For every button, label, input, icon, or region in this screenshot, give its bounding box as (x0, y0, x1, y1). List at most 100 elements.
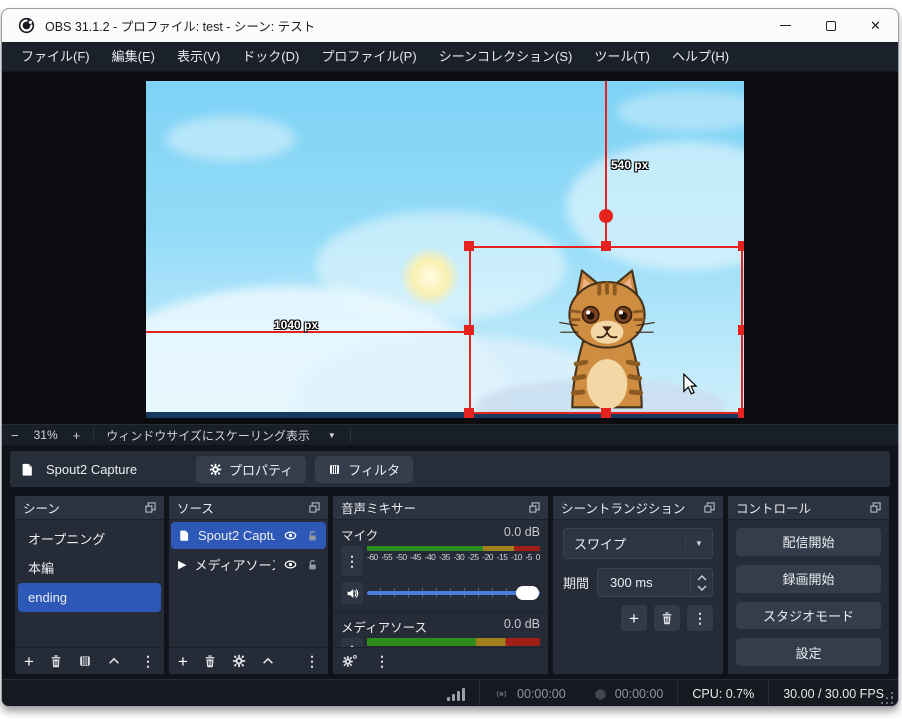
spin-down-icon[interactable] (697, 585, 707, 591)
remove-scene-trash-icon[interactable] (49, 654, 63, 668)
remove-transition-button[interactable] (654, 605, 680, 631)
preview-canvas[interactable]: 540 px 1040 px (146, 81, 744, 418)
popout-icon[interactable] (529, 502, 540, 513)
start-recording-button[interactable]: 録画開始 (736, 565, 881, 593)
menu-edit[interactable]: 編集(E) (101, 42, 166, 72)
source-name: メディアソース (194, 555, 275, 574)
move-source-up-icon[interactable] (261, 654, 275, 668)
handle-bottom-right[interactable] (738, 408, 744, 418)
handle-top-center[interactable] (601, 241, 611, 251)
obs-window: OBS 31.1.2 - プロファイル: test - シーン: テスト ✕ フ… (1, 8, 899, 707)
controls-title: コントロール (736, 498, 811, 517)
handle-top-right[interactable] (738, 241, 744, 251)
transition-select[interactable]: スワイプ ▼ (563, 528, 713, 559)
zoom-in-button[interactable]: + (64, 428, 90, 443)
source-row[interactable]: ▶ メディアソース (171, 551, 326, 578)
handle-bottom-left[interactable] (464, 408, 474, 418)
visibility-eye-icon[interactable] (283, 558, 298, 571)
popout-icon[interactable] (704, 502, 715, 513)
add-source-button[interactable]: + (178, 653, 188, 670)
close-button[interactable]: ✕ (853, 9, 898, 42)
selection-box[interactable] (469, 246, 743, 414)
resize-grip[interactable] (881, 692, 895, 706)
popout-icon[interactable] (309, 502, 320, 513)
handle-top-left[interactable] (464, 241, 474, 251)
handle-mid-left[interactable] (464, 325, 474, 335)
scene-item[interactable]: オープニング (18, 525, 161, 554)
record-icon (594, 688, 607, 701)
broadcast-icon (494, 687, 509, 701)
move-scene-up-icon[interactable] (107, 654, 121, 668)
volume-slider[interactable] (367, 586, 540, 600)
scene-item[interactable]: 本編 (18, 554, 161, 583)
mixer-more-button[interactable]: ⋮ (375, 653, 389, 670)
controls-header[interactable]: コントロール (728, 496, 889, 520)
menu-view[interactable]: 表示(V) (166, 42, 231, 72)
filters-button[interactable]: フィルタ (315, 456, 413, 483)
sun (400, 247, 460, 307)
remove-source-trash-icon[interactable] (203, 654, 217, 668)
zoom-out-button[interactable]: − (2, 428, 28, 443)
menu-profile[interactable]: プロファイル(P) (310, 42, 427, 72)
channel-options-button[interactable]: ⋮ (341, 546, 363, 576)
filters-label: フィルタ (348, 460, 400, 479)
menu-file[interactable]: ファイル(F) (10, 42, 101, 72)
lock-icon[interactable] (306, 529, 319, 542)
start-streaming-button[interactable]: 配信開始 (736, 528, 881, 556)
slider-thumb[interactable] (516, 586, 539, 600)
scenes-header[interactable]: シーン (15, 496, 164, 520)
record-time: 00:00:00 (580, 680, 678, 707)
popout-icon[interactable] (145, 502, 156, 513)
scaling-dropdown-button[interactable]: ▼ (318, 431, 346, 440)
width-measure-label: 1040 px (274, 318, 318, 332)
menu-dock[interactable]: ドック(D) (231, 42, 310, 72)
mixer-body: マイク 0.0 dB ⋮ -60-55-50-45-40-35-30-25-20… (333, 520, 548, 647)
mixer-header[interactable]: 音声ミキサー (333, 496, 548, 520)
mute-button[interactable] (341, 582, 363, 604)
maximize-button[interactable] (808, 9, 853, 42)
handle-mid-right[interactable] (738, 325, 744, 335)
channel-options-button[interactable]: ⋮ (341, 638, 363, 647)
minimize-button[interactable] (763, 9, 808, 42)
audio-mixer-panel: 音声ミキサー マイク 0.0 dB ⋮ (333, 496, 548, 674)
meter-scale: -60-55-50-45-40-35-30-25-20-15-10-50 (367, 552, 540, 562)
menu-help[interactable]: ヘルプ(H) (661, 42, 740, 72)
divider (93, 428, 94, 442)
sources-more-button[interactable]: ⋮ (305, 653, 319, 670)
source-properties-gear-icon[interactable] (232, 654, 246, 668)
scene-filters-icon[interactable] (78, 654, 92, 668)
close-icon: ✕ (870, 19, 881, 32)
duration-spinbox[interactable]: 300 ms (597, 568, 713, 597)
source-row-selected[interactable]: Spout2 Capture (171, 522, 326, 549)
dock-panels: シーン オープニング 本編 ending + (2, 489, 898, 679)
obs-logo-icon (18, 17, 35, 34)
spin-up-icon[interactable] (697, 575, 707, 581)
plus-icon: + (629, 610, 639, 627)
add-scene-button[interactable]: + (24, 653, 34, 670)
transitions-header[interactable]: シーントランジション (553, 496, 723, 520)
menu-scene-collection[interactable]: シーンコレクション(S) (428, 42, 584, 72)
properties-button[interactable]: プロパティ (196, 456, 306, 483)
fps-counter: 30.00 / 30.00 FPS (769, 680, 898, 707)
scenes-more-button[interactable]: ⋮ (141, 653, 155, 670)
lock-icon[interactable] (306, 558, 319, 571)
add-transition-button[interactable]: + (621, 605, 647, 631)
sources-header[interactable]: ソース (169, 496, 328, 520)
kebab-icon: ⋮ (693, 610, 707, 627)
menu-tools[interactable]: ツール(T) (583, 42, 661, 72)
transitions-title: シーントランジション (561, 498, 685, 517)
handle-bottom-center[interactable] (601, 408, 611, 418)
studio-mode-button[interactable]: スタジオモード (736, 602, 881, 630)
popout-icon[interactable] (870, 502, 881, 513)
cpu-usage: CPU: 0.7% (678, 680, 768, 707)
visibility-eye-icon[interactable] (283, 529, 298, 542)
settings-button[interactable]: 設定 (736, 638, 881, 666)
slider-track (367, 591, 540, 595)
volume-meter: -60-55-50-45-40-35-30-25-20-15-10-50 (367, 546, 540, 576)
advanced-audio-gear-icon[interactable] (342, 654, 357, 669)
scene-item-selected[interactable]: ending (18, 583, 161, 612)
chevron-down-icon: ▼ (685, 539, 712, 548)
transition-options-button[interactable]: ⋮ (687, 605, 713, 631)
measure-dot-handle[interactable] (599, 209, 613, 223)
channel-volume-db: 0.0 dB (504, 617, 540, 636)
